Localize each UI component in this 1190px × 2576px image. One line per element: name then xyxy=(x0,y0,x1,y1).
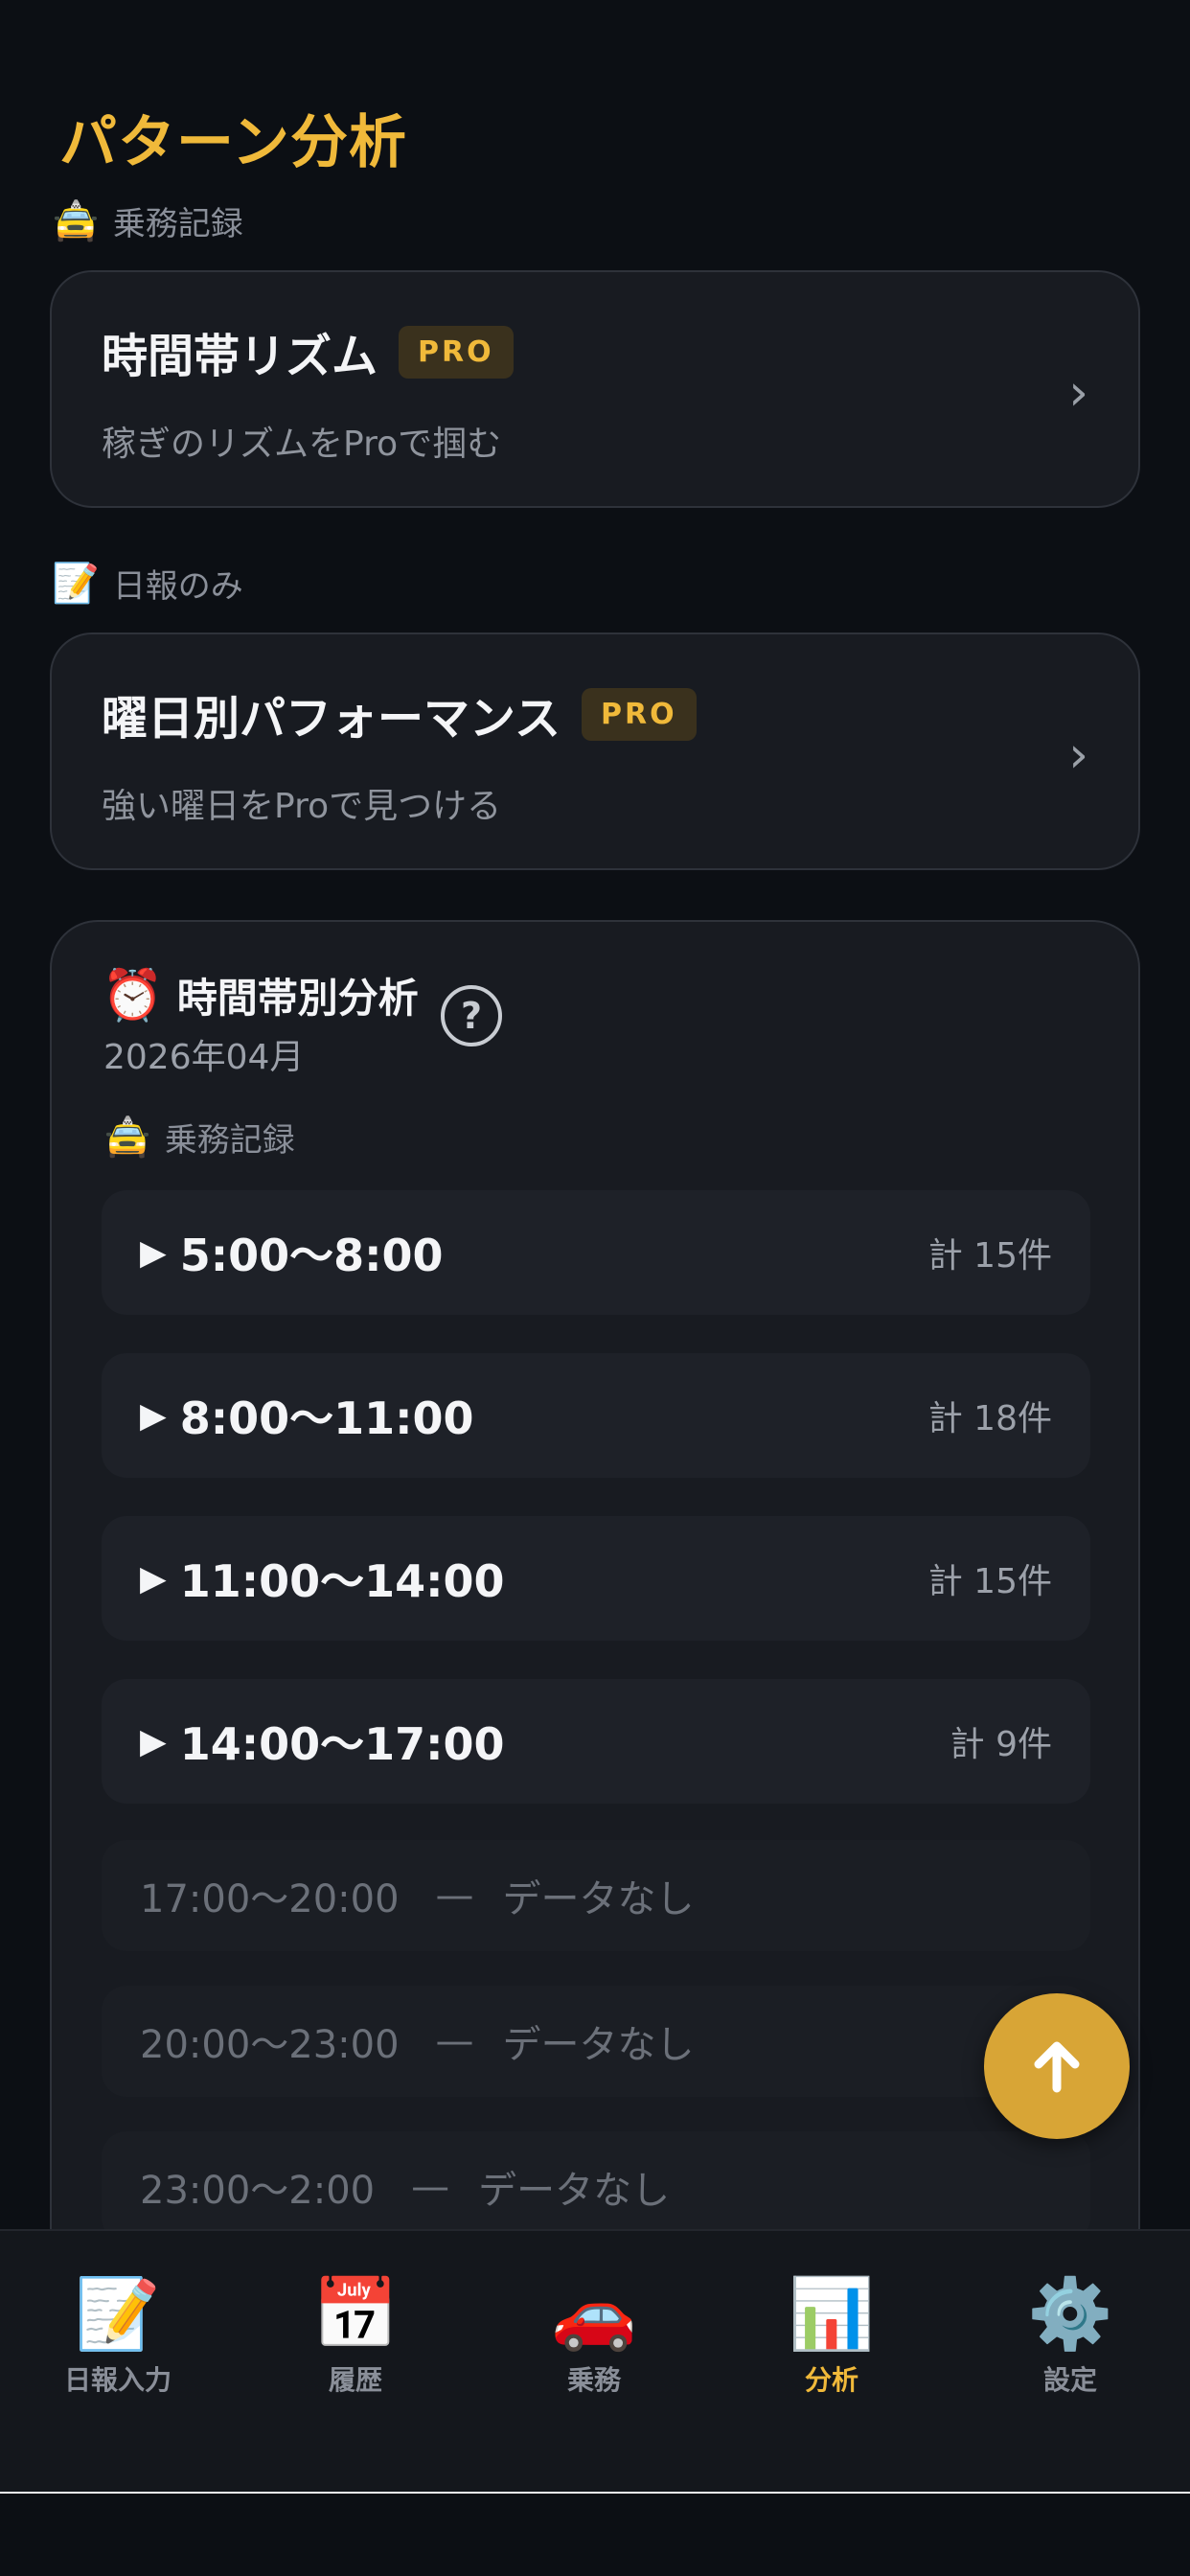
page-title: パターン分析 xyxy=(59,109,407,176)
car-icon: 🚗 xyxy=(551,2273,637,2354)
section-label-text: 乗務記録 xyxy=(164,1121,295,1160)
page: パターン分析 🚖 乗務記録 時間帯リズム PRO 稼ぎのリズムをProで掴む ›… xyxy=(0,0,1190,2576)
tab-label: 乗務 xyxy=(566,2364,621,2396)
slot-count: 計 15件 xyxy=(927,1562,1052,1601)
expand-triangle-icon: ▶ xyxy=(140,1721,167,1761)
time-slot-row[interactable]: ▶ 8:00〜11:00 計 18件 xyxy=(102,1353,1090,1478)
gear-icon: ⚙️ xyxy=(1027,2273,1113,2354)
tab-label: 日報入力 xyxy=(63,2364,172,2396)
help-icon[interactable]: ? xyxy=(441,985,502,1046)
arrow-up-icon xyxy=(1034,2041,1080,2093)
expand-triangle-icon: ▶ xyxy=(140,1395,167,1436)
slot-dash: — xyxy=(411,2165,450,2209)
pro-card-weekday-performance[interactable]: 曜日別パフォーマンス PRO 強い曜日をProで見つける › xyxy=(50,632,1140,870)
slot-range: ▶ 8:00〜11:00 xyxy=(140,1353,474,1478)
card-title-row: 曜日別パフォーマンス PRO xyxy=(102,680,697,748)
slot-range-text: 11:00〜14:00 xyxy=(179,1555,505,1607)
slot-range: 23:00〜2:00 — データなし xyxy=(140,2131,670,2242)
slot-range-text: 14:00〜17:00 xyxy=(179,1718,505,1770)
analysis-month: 2026年04月 xyxy=(103,1038,305,1077)
slot-range-text: 17:00〜20:00 xyxy=(140,1877,400,1921)
tab-label: 設定 xyxy=(1042,2364,1097,2396)
bottom-tab-bar: 📝 日報入力 📅 履歴 🚗 乗務 📊 分析 ⚙️ 設定 xyxy=(0,2229,1190,2494)
chevron-right-icon: › xyxy=(1068,726,1088,784)
slot-range-text: 8:00〜11:00 xyxy=(179,1392,474,1444)
slot-count: 計 9件 xyxy=(950,1725,1052,1764)
tab-daily-report[interactable]: 📝 日報入力 xyxy=(22,2275,214,2400)
time-slot-row[interactable]: ▶ 5:00〜8:00 計 15件 xyxy=(102,1190,1090,1315)
time-slot-row-empty: 17:00〜20:00 — データなし xyxy=(102,1840,1090,1951)
pro-badge: PRO xyxy=(399,325,514,379)
section-label-text: 乗務記録 xyxy=(112,205,243,243)
time-slot-row[interactable]: ▶ 11:00〜14:00 計 15件 xyxy=(102,1516,1090,1641)
section-label-ride-inner: 🚖 乗務記録 xyxy=(103,1114,295,1161)
time-slot-row-empty: 20:00〜23:00 — データなし xyxy=(102,1986,1090,2097)
pro-badge: PRO xyxy=(582,687,697,741)
tab-history[interactable]: 📅 履歴 xyxy=(260,2275,451,2400)
section-label-ride: 🚖 乗務記録 xyxy=(52,197,243,244)
no-data-text: データなし xyxy=(502,2023,695,2067)
card-subtitle: 強い曜日をProで見つける xyxy=(102,787,502,826)
slot-dash: — xyxy=(435,2019,474,2063)
taxi-icon: 🚖 xyxy=(52,199,100,243)
slot-range: ▶ 14:00〜17:00 xyxy=(140,1679,505,1804)
time-slot-row[interactable]: ▶ 14:00〜17:00 計 9件 xyxy=(102,1679,1090,1804)
analysis-header: ⏰ 時間帯別分析 xyxy=(102,966,419,1024)
scroll-to-top-button[interactable] xyxy=(984,1993,1130,2139)
slot-range: 20:00〜23:00 — データなし xyxy=(140,1986,695,2097)
bar-chart-icon: 📊 xyxy=(789,2273,875,2354)
no-data-text: データなし xyxy=(478,2169,671,2213)
section-label-text: 日報のみ xyxy=(112,567,243,606)
tab-ride[interactable]: 🚗 乗務 xyxy=(498,2275,690,2400)
card-title-row: 時間帯リズム PRO xyxy=(102,318,514,385)
section-label-daily: 📝 日報のみ xyxy=(52,560,243,607)
alarm-clock-icon: ⏰ xyxy=(102,967,164,1024)
slot-range-text: 23:00〜2:00 xyxy=(140,2169,376,2213)
tab-analysis[interactable]: 📊 分析 xyxy=(736,2275,927,2400)
slot-range-text: 5:00〜8:00 xyxy=(179,1230,444,1281)
expand-triangle-icon: ▶ xyxy=(140,1232,167,1273)
card-title: 曜日別パフォーマンス xyxy=(102,692,561,746)
calendar-icon: 📅 xyxy=(312,2273,399,2354)
taxi-icon: 🚖 xyxy=(103,1116,151,1160)
tab-settings[interactable]: ⚙️ 設定 xyxy=(974,2275,1166,2400)
slot-count: 計 18件 xyxy=(927,1399,1052,1438)
memo-icon: 📝 xyxy=(75,2273,161,2354)
slot-range: 17:00〜20:00 — データなし xyxy=(140,1840,695,1951)
no-data-text: データなし xyxy=(502,1877,695,1921)
time-slot-row-empty: 23:00〜2:00 — データなし xyxy=(102,2131,1090,2242)
slot-dash: — xyxy=(435,1874,474,1918)
card-title: 時間帯リズム xyxy=(102,330,378,383)
card-subtitle: 稼ぎのリズムをProで掴む xyxy=(102,425,502,464)
slot-range: ▶ 5:00〜8:00 xyxy=(140,1190,444,1315)
chevron-right-icon: › xyxy=(1068,364,1088,422)
slot-range-text: 20:00〜23:00 xyxy=(140,2023,400,2067)
tab-label: 分析 xyxy=(804,2364,858,2396)
tab-label: 履歴 xyxy=(328,2364,382,2396)
pro-card-time-rhythm[interactable]: 時間帯リズム PRO 稼ぎのリズムをProで掴む › xyxy=(50,270,1140,508)
analysis-title: 時間帯別分析 xyxy=(176,975,419,1022)
slot-range: ▶ 11:00〜14:00 xyxy=(140,1516,505,1641)
memo-icon: 📝 xyxy=(52,562,100,606)
bottom-safe-area xyxy=(0,2494,1190,2576)
expand-triangle-icon: ▶ xyxy=(140,1558,167,1598)
slot-count: 計 15件 xyxy=(927,1236,1052,1276)
